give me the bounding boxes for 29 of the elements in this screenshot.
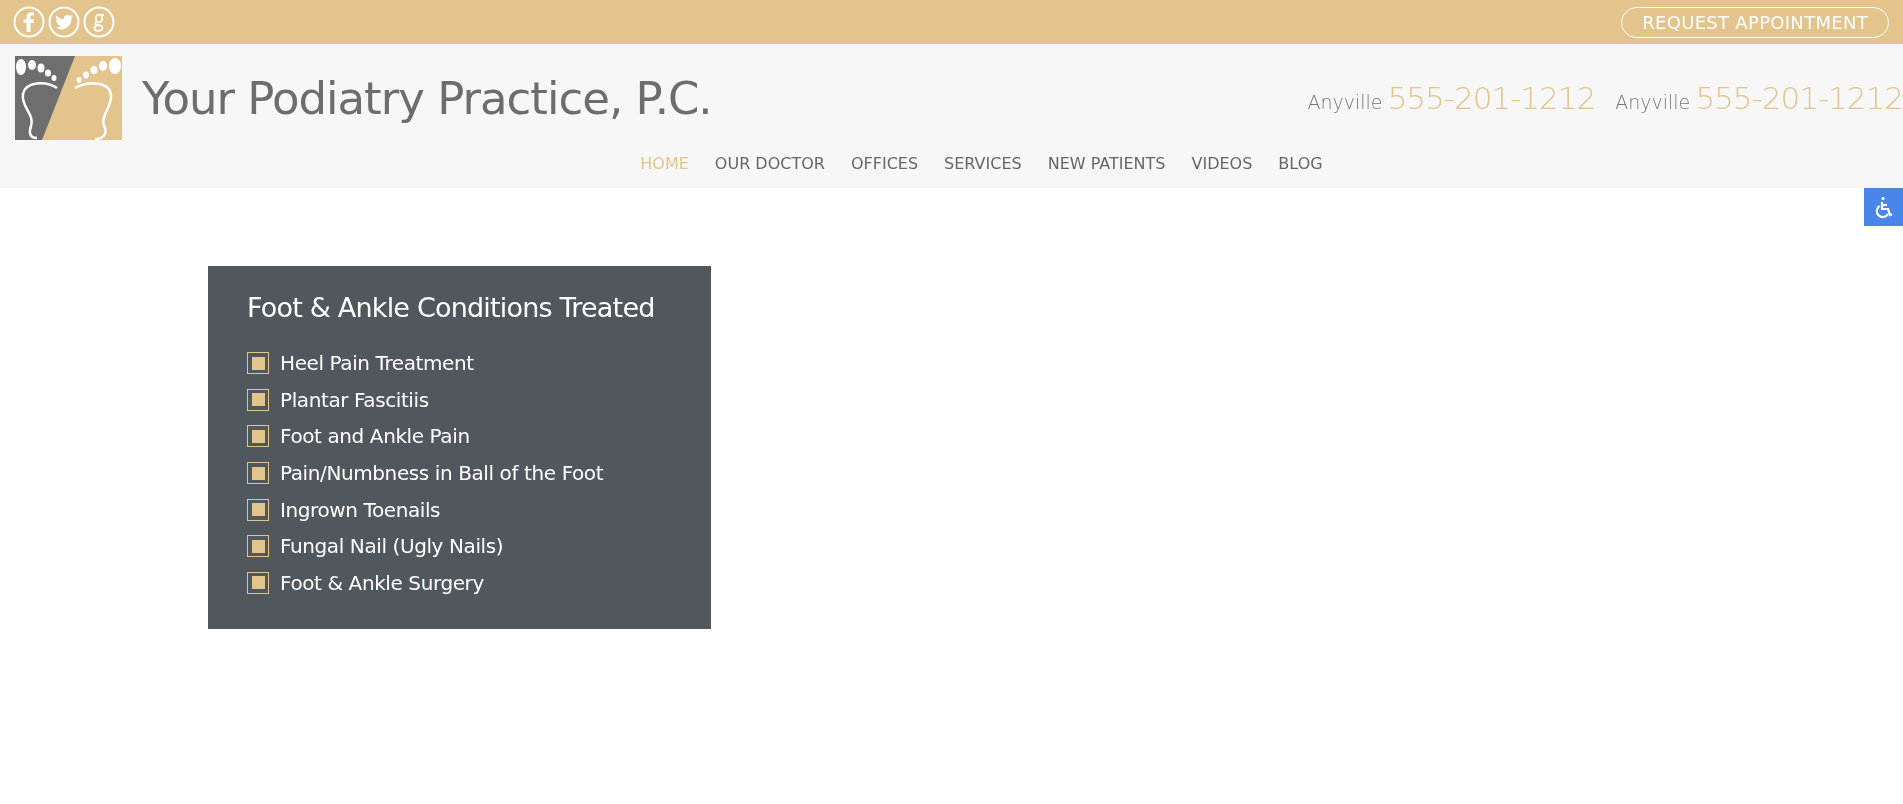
nav-link[interactable]: VIDEOS	[1191, 154, 1253, 173]
square-bullet-icon	[247, 498, 269, 521]
nav-link[interactable]: NEW PATIENTS	[1047, 154, 1166, 173]
square-bullet-icon	[247, 535, 269, 558]
google-plus-icon[interactable]	[83, 6, 115, 38]
square-bullet-icon	[247, 462, 269, 485]
nav-link[interactable]: OUR DOCTOR	[714, 154, 825, 173]
square-bullet-icon	[247, 425, 269, 448]
feet-logo[interactable]	[15, 56, 122, 140]
condition-item: Ingrown Toenails	[280, 497, 441, 522]
square-bullet-icon	[247, 352, 269, 375]
condition-item: Foot & Ankle Surgery	[280, 570, 484, 595]
nav-link[interactable]: SERVICES	[944, 154, 1022, 173]
city-label: Anyville	[1615, 91, 1691, 113]
accessibility-icon[interactable]	[1864, 188, 1903, 226]
square-bullet-icon	[247, 388, 269, 411]
card-title: Foot & Ankle Conditions Treated	[247, 292, 656, 323]
square-bullet-icon	[247, 571, 269, 594]
condition-item: Fungal Nail (Ugly Nails)	[280, 534, 504, 559]
condition-item: Heel Pain Treatment	[280, 351, 474, 376]
twitter-icon[interactable]	[48, 6, 80, 38]
nav-link[interactable]: OFFICES	[850, 154, 919, 173]
city-label: Anyville	[1307, 91, 1383, 113]
condition-item: Foot and Ankle Pain	[280, 424, 470, 449]
site-title: Your Podiatry Practice, P.C.	[142, 71, 712, 125]
nav-link[interactable]: BLOG	[1278, 154, 1323, 173]
condition-item: Plantar Fascitiis	[280, 387, 429, 412]
facebook-icon[interactable]	[13, 6, 45, 38]
condition-item: Pain/Numbness in Ball of the Foot	[280, 461, 604, 486]
